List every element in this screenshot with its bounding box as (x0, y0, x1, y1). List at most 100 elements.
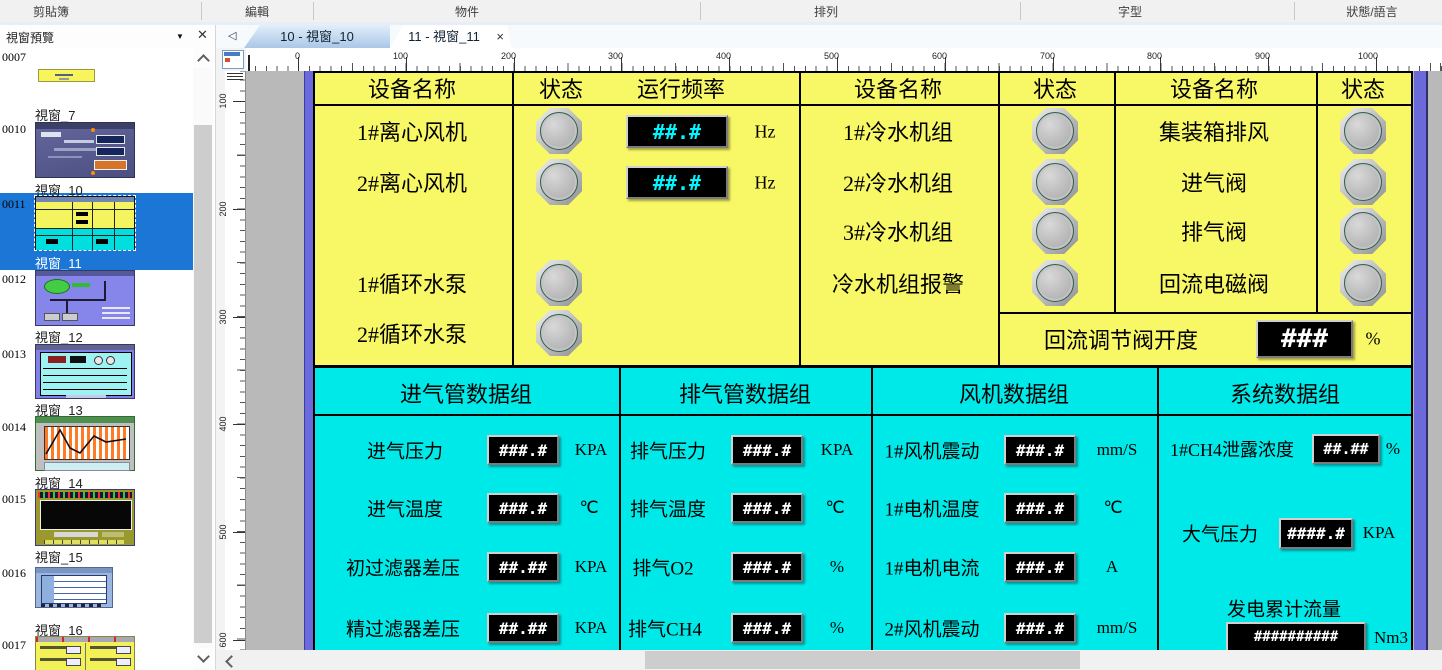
unit-label[interactable]: ℃ (579, 498, 598, 518)
data-label[interactable]: 1#电机温度 (884, 495, 979, 522)
data-label[interactable]: 排气温度 (630, 495, 706, 522)
status-lamp[interactable] (1032, 108, 1078, 154)
tab-window-11[interactable]: 11 - 視窗_11 × (390, 25, 512, 49)
window-thumbnail[interactable] (35, 122, 135, 178)
data-display[interactable]: ##.## (487, 552, 559, 582)
window-thumbnail[interactable] (35, 567, 113, 608)
window-thumbnail[interactable] (35, 489, 135, 546)
status-lamp[interactable] (1340, 108, 1386, 154)
frequency-display[interactable]: ##.# (626, 166, 728, 199)
data-label[interactable]: 排气压力 (630, 437, 706, 464)
reflux-valve-label[interactable]: 回流调节阀开度 (1044, 323, 1198, 355)
column-header[interactable]: 状态 (1341, 72, 1385, 104)
device-label[interactable]: 2#循环水泵 (357, 317, 467, 349)
unit-label[interactable]: % (1366, 329, 1381, 350)
data-label[interactable]: 排气CH4 (628, 615, 702, 642)
window-thumbnail[interactable] (35, 344, 135, 399)
data-display[interactable]: ###.# (487, 493, 559, 523)
design-canvas[interactable]: 设备名称 状态 运行频率 设备名称 状态 设备名称 状态 1#离心风机 2#离心… (246, 71, 1442, 650)
data-display[interactable]: ###.# (731, 552, 803, 582)
unit-label[interactable]: % (1386, 439, 1400, 459)
status-lamp[interactable] (1340, 159, 1386, 205)
ruler-origin-icon[interactable] (222, 50, 244, 69)
device-label[interactable]: 回流电磁阀 (1159, 267, 1269, 299)
status-lamp[interactable] (1340, 260, 1386, 306)
column-header[interactable]: 运行频率 (637, 72, 725, 104)
data-display[interactable]: ###.# (1004, 493, 1076, 523)
device-label[interactable]: 集装箱排风 (1159, 115, 1269, 147)
data-display[interactable]: ###.# (1004, 552, 1076, 582)
unit-label[interactable]: mm/S (1097, 618, 1138, 638)
device-label[interactable]: 冷水机组报警 (832, 267, 964, 299)
data-display[interactable]: ###.# (1004, 435, 1076, 465)
window-thumbnail[interactable] (35, 196, 135, 250)
unit-label[interactable]: Hz (755, 173, 776, 194)
data-label[interactable]: 初过滤器差压 (346, 554, 460, 581)
window-thumbnail[interactable] (35, 416, 135, 471)
unit-label[interactable]: mm/S (1097, 440, 1138, 460)
device-label[interactable]: 3#冷水机组 (843, 215, 953, 247)
group-title[interactable]: 系统数据组 (1230, 377, 1340, 409)
ribbon-group-clipboard[interactable]: 剪貼簿 (33, 3, 69, 20)
device-label[interactable]: 进气阀 (1181, 166, 1247, 198)
unit-label[interactable]: A (1106, 557, 1118, 577)
ribbon-group-edit[interactable]: 編輯 (245, 3, 269, 20)
column-header[interactable]: 设备名称 (854, 72, 942, 104)
canvas-hscroll-thumb[interactable] (645, 651, 1080, 669)
device-label[interactable]: 排气阀 (1181, 215, 1247, 247)
status-lamp[interactable] (1032, 208, 1078, 254)
unit-label[interactable]: Hz (755, 122, 776, 143)
sidebar-scrollbar[interactable] (193, 48, 213, 670)
device-label[interactable]: 1#离心风机 (357, 115, 467, 147)
status-lamp[interactable] (1032, 159, 1078, 205)
status-lamp[interactable] (536, 108, 582, 154)
canvas-hscrollbar[interactable] (216, 650, 1442, 670)
unit-label[interactable]: ℃ (825, 498, 844, 518)
data-label[interactable]: 1#风机震动 (884, 437, 979, 464)
data-display[interactable]: ####.# (1279, 518, 1353, 549)
status-lamp[interactable] (536, 310, 582, 356)
sidebar-scroll-thumb[interactable] (194, 125, 212, 643)
unit-label[interactable]: KPA (1363, 523, 1395, 543)
unit-label[interactable]: KPA (575, 557, 607, 577)
unit-label[interactable]: % (830, 557, 844, 577)
device-label[interactable]: 1#冷水机组 (843, 115, 953, 147)
column-header[interactable]: 状态 (539, 72, 583, 104)
reflux-valve-display[interactable]: ### (1256, 320, 1353, 358)
ribbon-group-arrange[interactable]: 排列 (814, 3, 838, 20)
scroll-left-button[interactable] (220, 652, 238, 668)
data-display[interactable]: ###.# (1004, 613, 1076, 643)
status-lamp[interactable] (536, 159, 582, 205)
group-title[interactable]: 风机数据组 (959, 377, 1069, 409)
frequency-display[interactable]: ##.# (626, 115, 728, 148)
data-display[interactable]: ###.# (731, 493, 803, 523)
column-header[interactable]: 设备名称 (1170, 72, 1258, 104)
data-label[interactable]: 进气压力 (367, 437, 443, 464)
scroll-up-button[interactable] (193, 48, 213, 68)
data-label[interactable]: 发电累计流量 (1227, 595, 1341, 622)
scroll-down-button[interactable] (193, 648, 213, 668)
device-label[interactable]: 2#冷水机组 (843, 166, 953, 198)
data-display[interactable]: ###.# (731, 435, 803, 465)
data-display[interactable]: ##.## (1312, 434, 1380, 464)
data-label[interactable]: 进气温度 (367, 495, 443, 522)
data-label[interactable]: 大气压力 (1182, 520, 1258, 547)
data-label[interactable]: 排气O2 (632, 554, 693, 581)
group-title[interactable]: 进气管数据组 (400, 377, 532, 409)
data-label[interactable]: 精过滤器差压 (346, 615, 460, 642)
data-display[interactable]: ##.## (487, 613, 559, 643)
ribbon-group-state-language[interactable]: 狀態/語言 (1346, 3, 1397, 20)
data-label[interactable]: 1#电机电流 (884, 554, 979, 581)
data-display[interactable]: ###.# (487, 435, 559, 465)
tab-scroll-left-icon[interactable]: ◁ (228, 29, 236, 42)
status-lamp[interactable] (536, 260, 582, 306)
column-header[interactable]: 状态 (1033, 72, 1077, 104)
device-label[interactable]: 2#离心风机 (357, 166, 467, 198)
unit-label[interactable]: KPA (821, 440, 853, 460)
status-lamp[interactable] (1032, 260, 1078, 306)
tab-close-icon[interactable]: × (496, 25, 504, 48)
window-thumbnail[interactable] (35, 270, 135, 326)
unit-label[interactable]: % (830, 618, 844, 638)
hmi-screen[interactable]: 设备名称 状态 运行频率 设备名称 状态 设备名称 状态 1#离心风机 2#离心… (313, 71, 1413, 650)
ribbon-group-font[interactable]: 字型 (1118, 3, 1142, 20)
